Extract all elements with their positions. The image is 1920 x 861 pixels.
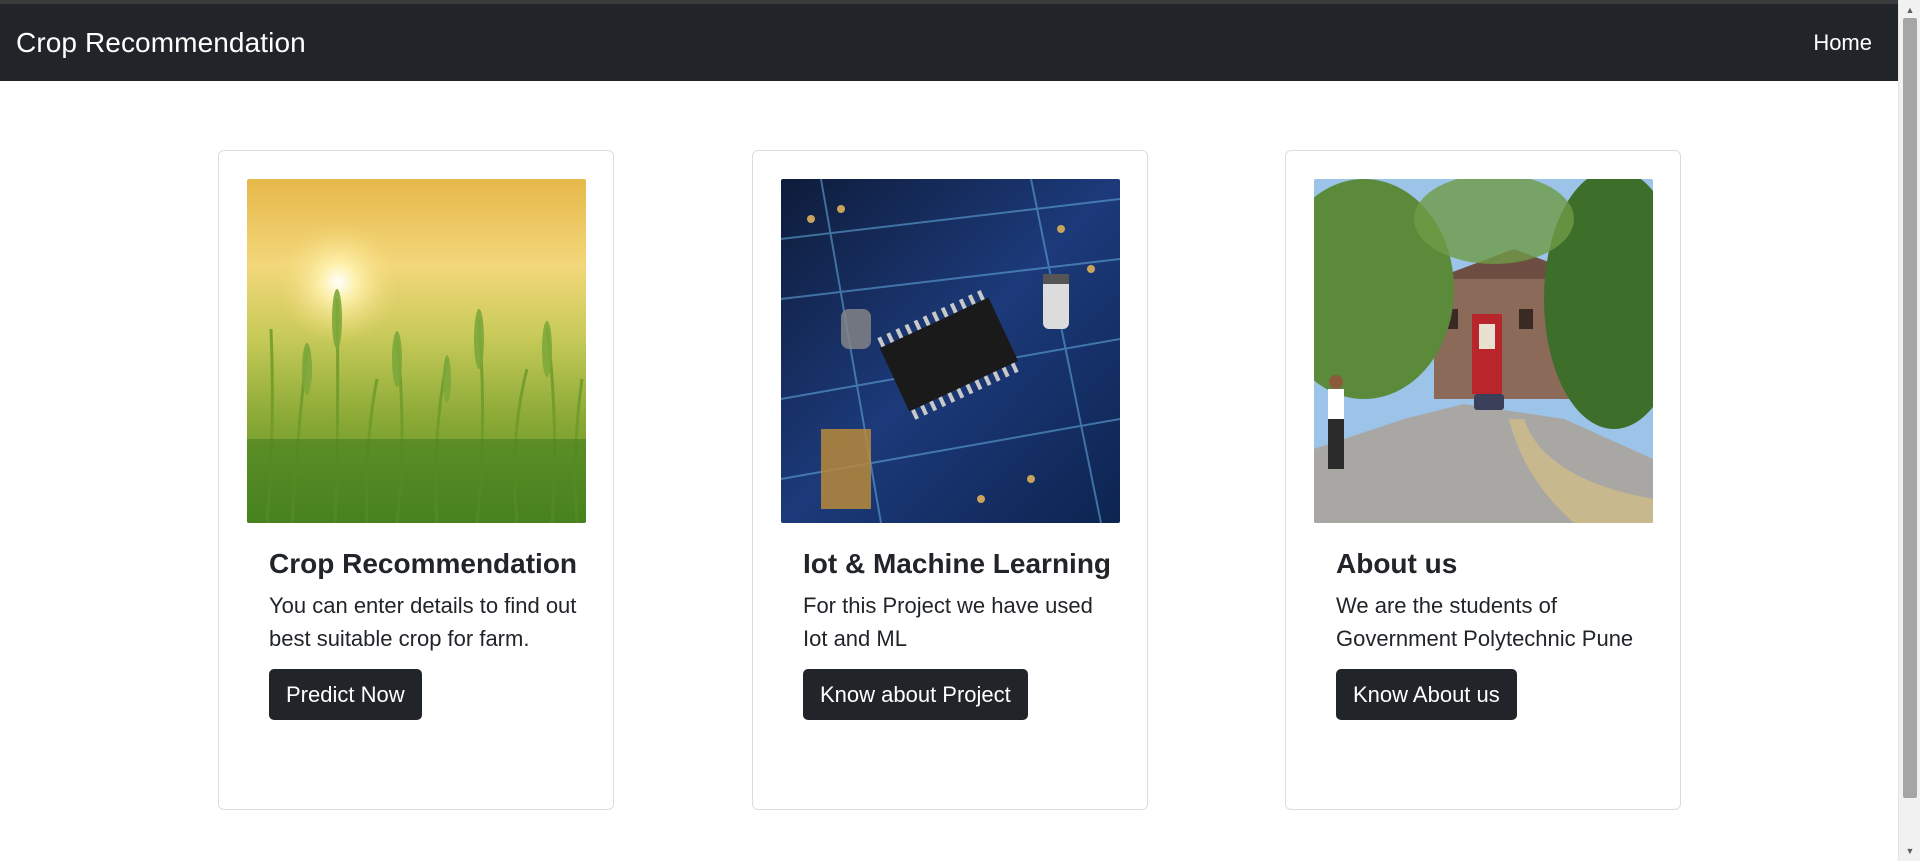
vertical-scrollbar[interactable]: ▲ ▼ (1898, 0, 1920, 861)
scrollbar-thumb[interactable] (1903, 18, 1917, 798)
card-title: About us (1336, 548, 1458, 579)
card-iot-ml: Iot & Machine Learning For this Project … (752, 150, 1148, 810)
scroll-up-arrow-icon[interactable]: ▲ (1899, 2, 1920, 18)
campus-image (1314, 179, 1653, 523)
know-about-us-button[interactable]: Know About us (1336, 669, 1517, 720)
know-about-project-button[interactable]: Know about Project (803, 669, 1028, 720)
card-crop-recommendation: Crop Recommendation You can enter detail… (218, 150, 614, 810)
card-text: For this Project we have used Iot and ML (803, 593, 1093, 651)
predict-now-button[interactable]: Predict Now (269, 669, 422, 720)
circuit-board-image (781, 179, 1120, 523)
nav-link-home[interactable]: Home (1813, 30, 1872, 56)
navbar-brand[interactable]: Crop Recommendation (16, 27, 306, 59)
wheat-field-image (247, 179, 586, 523)
scroll-down-arrow-icon[interactable]: ▼ (1899, 843, 1920, 859)
card-text: You can enter details to find out best s… (269, 593, 577, 651)
card-title: Crop Recommendation (269, 548, 578, 579)
top-navbar: Crop Recommendation Home (0, 4, 1898, 81)
card-about-us: About us We are the students of Governme… (1285, 150, 1681, 810)
card-title: Iot & Machine Learning (803, 548, 1112, 579)
card-text: We are the students of Government Polyte… (1336, 593, 1634, 651)
